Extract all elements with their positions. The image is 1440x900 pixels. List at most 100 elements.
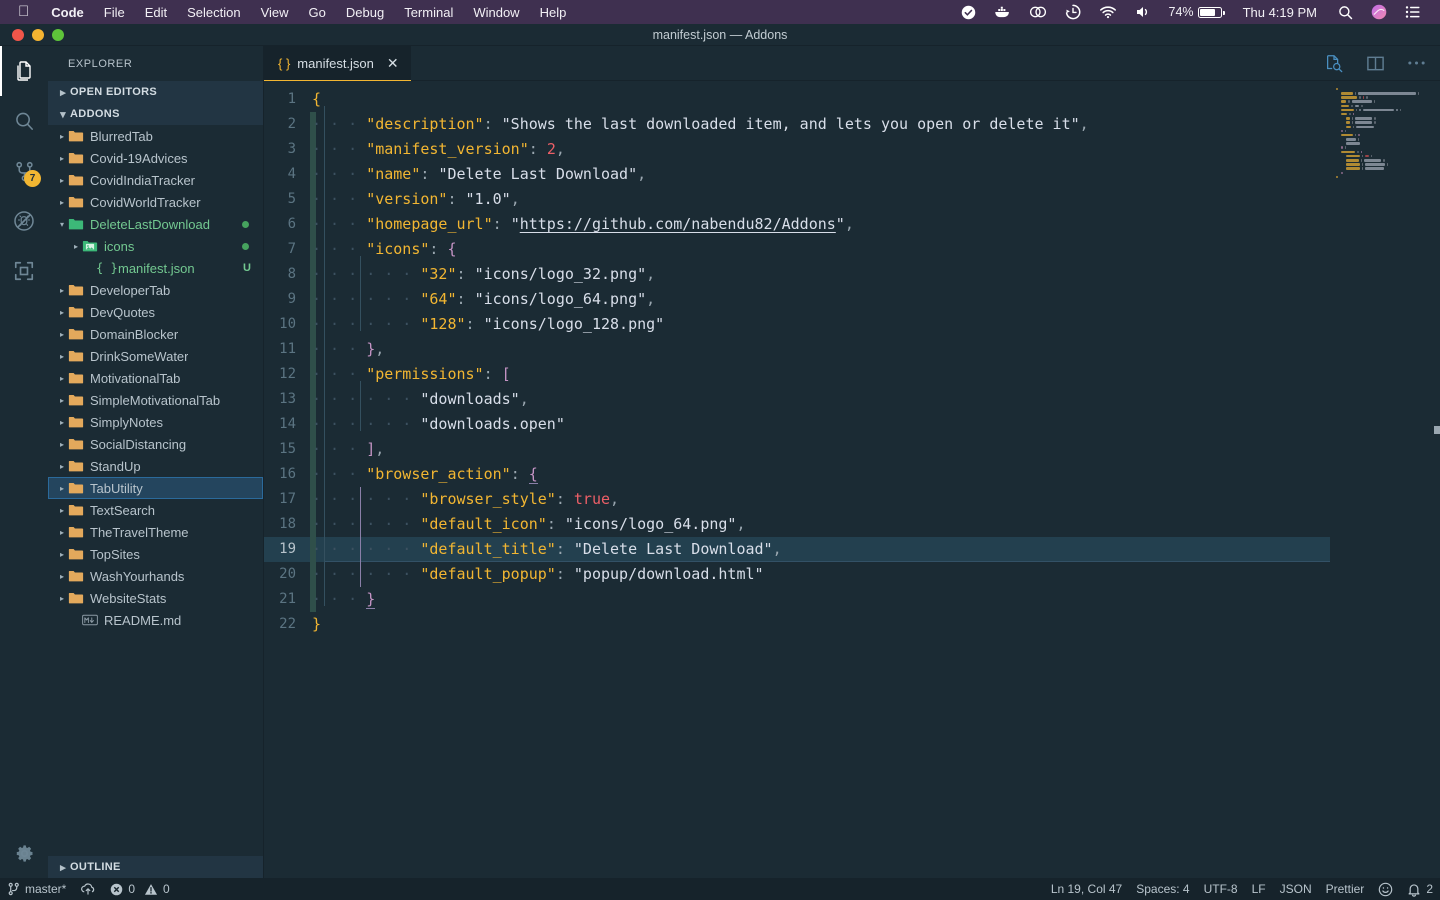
code-line[interactable]: 1{: [264, 87, 1330, 112]
code-line[interactable]: 5 · · · "version": "1.0",: [264, 187, 1330, 212]
code-line[interactable]: 2 · · · "description": "Shows the last do…: [264, 112, 1330, 137]
menu-edit[interactable]: Edit: [135, 5, 177, 20]
code-line[interactable]: 10 · · · · · · "128": "icons/logo_128.png…: [264, 312, 1330, 337]
menu-help[interactable]: Help: [530, 5, 577, 20]
code-line[interactable]: 7 · · · "icons": {: [264, 237, 1330, 262]
code-line[interactable]: 20 · · · · · · "default_popup": "popup/do…: [264, 562, 1330, 587]
code-line[interactable]: 6 · · · "homepage_url": "https://github.c…: [264, 212, 1330, 237]
status-indentation[interactable]: Spaces: 4: [1129, 878, 1196, 900]
spotlight-search-icon[interactable]: [1329, 5, 1362, 20]
code-line[interactable]: 16 · · · "browser_action": {: [264, 462, 1330, 487]
menu-selection[interactable]: Selection: [177, 5, 250, 20]
menubar-clock[interactable]: Thu 4:19 PM: [1231, 5, 1329, 20]
activity-item-search[interactable]: [0, 96, 48, 146]
menu-terminal[interactable]: Terminal: [394, 5, 463, 20]
tree-folder-covid-19advices[interactable]: ▸ Covid-19Advices: [48, 147, 263, 169]
tree-folder-blurredtab[interactable]: ▸ BlurredTab: [48, 125, 263, 147]
code-line[interactable]: 15 · · · ],: [264, 437, 1330, 462]
code-line[interactable]: 13 · · · · · · "downloads",: [264, 387, 1330, 412]
code-line[interactable]: 14 · · · · · · "downloads.open": [264, 412, 1330, 437]
tree-folder-textsearch[interactable]: ▸ TextSearch: [48, 499, 263, 521]
tree-file-manifest-json[interactable]: { } manifest.json U: [48, 257, 263, 279]
menu-debug[interactable]: Debug: [336, 5, 394, 20]
status-language-mode[interactable]: JSON: [1273, 878, 1319, 900]
menu-view[interactable]: View: [251, 5, 299, 20]
status-eol[interactable]: LF: [1245, 878, 1273, 900]
tree-folder-devquotes[interactable]: ▸ DevQuotes: [48, 301, 263, 323]
tree-folder-socialdistancing[interactable]: ▸ SocialDistancing: [48, 433, 263, 455]
minimize-button[interactable]: [32, 28, 44, 41]
activity-item-extensions[interactable]: [0, 246, 48, 296]
code-line[interactable]: 21 · · · }: [264, 587, 1330, 612]
code-line[interactable]: 12 · · · "permissions": [: [264, 362, 1330, 387]
status-feedback[interactable]: [1371, 878, 1400, 900]
code-line[interactable]: 8 · · · · · · "32": "icons/logo_32.png",: [264, 262, 1330, 287]
section-open-editors[interactable]: ▸ OPEN EDITORS: [48, 81, 263, 103]
status-branch[interactable]: master*: [0, 878, 73, 900]
status-notifications[interactable]: 2: [1400, 878, 1440, 900]
code-line[interactable]: 3 · · · "manifest_version": 2,: [264, 137, 1330, 162]
section-outline[interactable]: ▸ OUTLINE: [48, 856, 263, 878]
status-problems[interactable]: 0 0: [103, 878, 176, 900]
tree-folder-deletelastdownload[interactable]: ▾ DeleteLastDownload: [48, 213, 263, 235]
wifi-icon[interactable]: [1090, 5, 1126, 19]
apple-logo-icon[interactable]: : [10, 4, 41, 21]
tree-folder-simplynotes[interactable]: ▸ SimplyNotes: [48, 411, 263, 433]
code-line[interactable]: 22}: [264, 612, 1330, 637]
status-sync[interactable]: [73, 878, 103, 900]
time-machine-icon[interactable]: [1056, 4, 1090, 20]
tree-folder-washyourhands[interactable]: ▸ WashYourhands: [48, 565, 263, 587]
minimap-token: [1352, 125, 1354, 129]
tree-folder-tabutility[interactable]: ▸ TabUtility: [48, 477, 263, 499]
tree-folder-developertab[interactable]: ▸ DeveloperTab: [48, 279, 263, 301]
activity-item-manage[interactable]: [0, 828, 48, 878]
tree-folder-standup[interactable]: ▸ StandUp: [48, 455, 263, 477]
status-cursor-position[interactable]: Ln 19, Col 47: [1044, 878, 1129, 900]
activity-item-explorer[interactable]: [0, 46, 48, 96]
close-icon[interactable]: ✕: [387, 56, 399, 70]
volume-icon[interactable]: [1126, 5, 1160, 19]
control-center-icon[interactable]: [1396, 5, 1430, 19]
tree-folder-domainblocker[interactable]: ▸ DomainBlocker: [48, 323, 263, 345]
tab-manifest-json[interactable]: { } manifest.json ✕: [264, 46, 411, 81]
code-line[interactable]: 11 · · · },: [264, 337, 1330, 362]
activity-item-source-control[interactable]: 7: [0, 146, 48, 196]
activity-item-debug[interactable]: [0, 196, 48, 246]
section-addons[interactable]: ▾ ADDONS: [48, 103, 263, 125]
tree-folder-icons[interactable]: ▸ icons: [48, 235, 263, 257]
preview-icon[interactable]: [1324, 53, 1344, 73]
code-line[interactable]: 9 · · · · · · "64": "icons/logo_64.png",: [264, 287, 1330, 312]
chevron-right-icon: ▸: [59, 153, 64, 163]
status-encoding[interactable]: UTF-8: [1197, 878, 1245, 900]
menu-code[interactable]: Code: [41, 5, 94, 20]
folder-icon: [68, 524, 84, 540]
line-number: 20: [279, 566, 296, 582]
tree-folder-covidindiatracker[interactable]: ▸ CovidIndiaTracker: [48, 169, 263, 191]
menu-file[interactable]: File: [94, 5, 135, 20]
code-line[interactable]: 19 · · · · · · "default_title": "Delete L…: [264, 537, 1330, 562]
code-editor[interactable]: 1{2 · · · "description": "Shows the last …: [264, 81, 1330, 878]
tree-folder-motivationaltab[interactable]: ▸ MotivationalTab: [48, 367, 263, 389]
cloud-sync-icon[interactable]: [1020, 5, 1056, 19]
minimap[interactable]: [1330, 81, 1440, 878]
ellipsis-icon[interactable]: [1407, 60, 1426, 66]
tree-file-readme-md[interactable]: README.md: [48, 609, 263, 631]
split-editor-icon[interactable]: [1366, 54, 1385, 73]
siri-icon[interactable]: [1362, 4, 1396, 20]
tree-folder-simplemotivationaltab[interactable]: ▸ SimpleMotivationalTab: [48, 389, 263, 411]
zoom-button[interactable]: [52, 28, 64, 41]
code-line[interactable]: 18 · · · · · · "default_icon": "icons/log…: [264, 512, 1330, 537]
tree-folder-drinksomewater[interactable]: ▸ DrinkSomeWater: [48, 345, 263, 367]
close-button[interactable]: [12, 28, 24, 41]
docker-whale-icon[interactable]: [985, 5, 1020, 19]
code-line[interactable]: 4 · · · "name": "Delete Last Download",: [264, 162, 1330, 187]
menu-go[interactable]: Go: [299, 5, 336, 20]
menu-window[interactable]: Window: [463, 5, 529, 20]
checkmark-circle-icon[interactable]: [952, 5, 985, 20]
tree-folder-topsites[interactable]: ▸ TopSites: [48, 543, 263, 565]
status-formatter[interactable]: Prettier: [1319, 878, 1372, 900]
tree-folder-covidworldtracker[interactable]: ▸ CovidWorldTracker: [48, 191, 263, 213]
code-line[interactable]: 17 · · · · · · "browser_style": true,: [264, 487, 1330, 512]
tree-folder-websitestats[interactable]: ▸ WebsiteStats: [48, 587, 263, 609]
tree-folder-thetraveltheme[interactable]: ▸ TheTravelTheme: [48, 521, 263, 543]
